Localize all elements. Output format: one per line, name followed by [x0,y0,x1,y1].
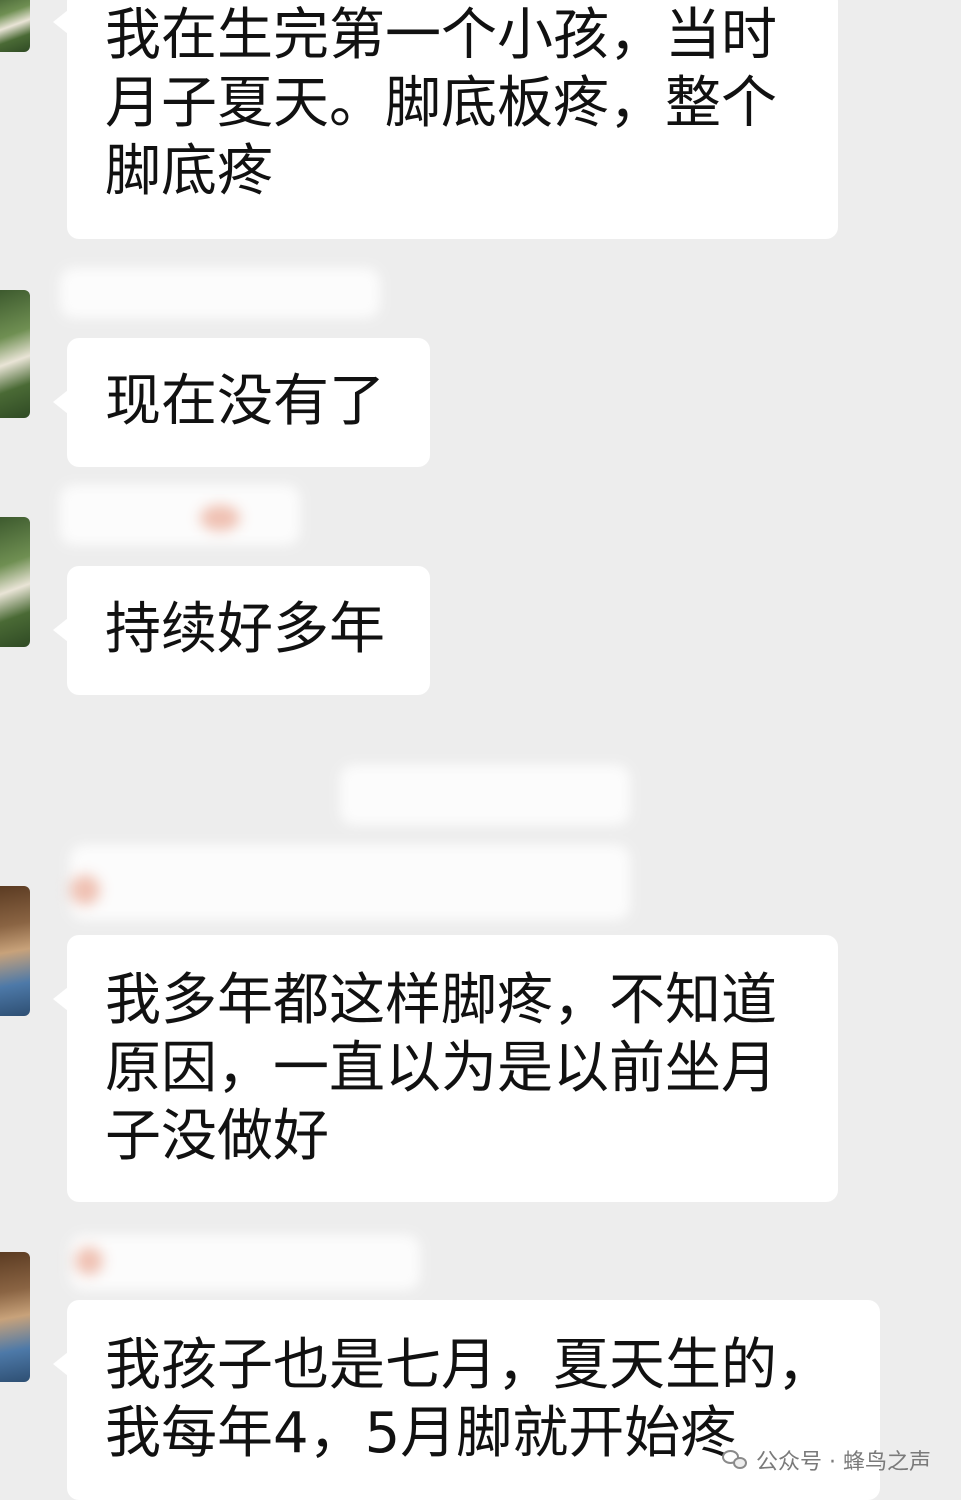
message-bubble[interactable]: 现在没有了 [53,338,430,467]
message-bubble[interactable]: 我在生完第一个小孩，当时 月子夏天。脚底板疼，整个 脚底疼 [53,0,838,239]
blurred-sender-name [60,268,380,318]
blurred-emoji [200,505,240,531]
blurred-sender-name [60,485,300,545]
avatar[interactable] [0,290,30,418]
blurred-sender-name [70,1235,420,1290]
avatar[interactable] [0,1252,30,1382]
message-bubble[interactable]: 持续好多年 [53,566,430,695]
watermark: 公众号 · 蜂鸟之声 [722,1444,931,1476]
blurred-emoji [70,875,100,905]
watermark-text: 公众号 · 蜂鸟之声 [756,1450,931,1475]
avatar[interactable] [0,886,30,1016]
blurred-emoji [75,1247,103,1275]
blurred-sender-name [70,845,630,920]
wechat-icon [722,1450,748,1470]
message-bubble[interactable]: 我多年都这样脚疼，不知道 原因，一直以为是以前坐月 子没做好 [53,935,838,1202]
avatar[interactable] [0,0,30,52]
blurred-timestamp [340,765,630,825]
avatar[interactable] [0,517,30,647]
